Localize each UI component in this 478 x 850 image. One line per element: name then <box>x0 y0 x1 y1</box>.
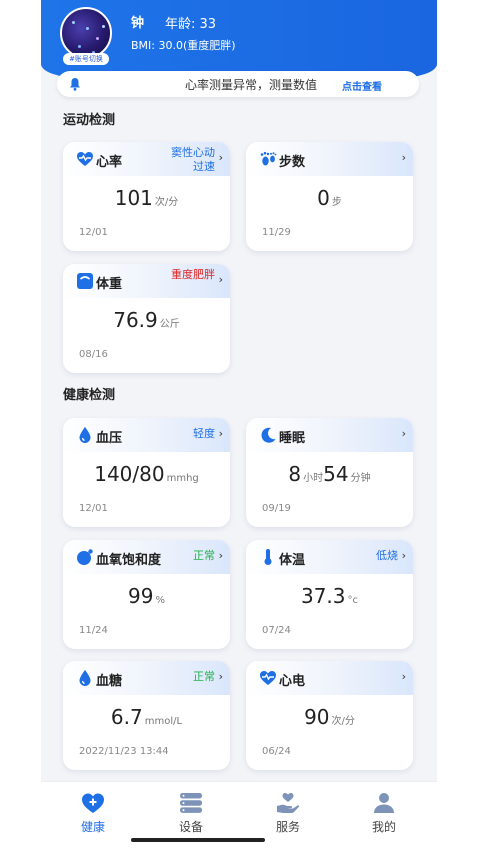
service-icon <box>277 793 300 813</box>
avatar[interactable] <box>60 7 112 59</box>
footprints-icon <box>260 151 277 166</box>
chevron-right-icon: › <box>401 151 406 164</box>
heart-pulse-icon <box>77 152 93 166</box>
card-title: 睡眠 <box>279 431 306 446</box>
tab-label: 服务 <box>275 820 300 834</box>
section-title-sport: 运动检测 <box>63 113 116 128</box>
blood-drop-icon <box>79 670 91 686</box>
card-date: 11/29 <box>262 227 291 238</box>
card-value: 76.9 公斤 <box>113 308 180 332</box>
tab-label: 设备 <box>178 820 203 834</box>
chevron-right-icon: › <box>218 670 223 683</box>
card-date: 12/01 <box>79 227 108 238</box>
card-title: 体温 <box>279 553 306 568</box>
blood-drop-icon <box>79 427 91 443</box>
card-date: 12/01 <box>79 503 108 514</box>
user-bmi: BMI: 30.0(重度肥胖) <box>131 39 236 52</box>
tab-device[interactable]: 设备 <box>161 792 221 835</box>
card-date: 09/19 <box>262 503 291 514</box>
chevron-right-icon: › <box>401 670 406 683</box>
card-value: 90 次/分 <box>304 705 355 729</box>
user-age: 年龄: 33 <box>165 17 217 32</box>
card-date: 06/24 <box>262 746 291 757</box>
card-status: 重度肥胖 <box>171 268 215 281</box>
card-status: 低烧 <box>376 549 398 562</box>
card-glucose[interactable]: 血糖 正常 › 6.7 mmol/L 2022/11/23 13:44 <box>63 661 230 770</box>
card-value: 0步 <box>317 186 342 210</box>
moon-icon <box>261 427 276 443</box>
bell-icon <box>70 78 80 91</box>
notice-text: 心率测量异常，测量数值 <box>185 78 318 92</box>
card-title: 心电 <box>279 674 306 689</box>
notice-view-link[interactable]: 点击查看 <box>342 78 382 93</box>
card-title: 体重 <box>96 277 123 292</box>
card-status: 窦性心动过速 <box>171 146 215 173</box>
card-date: 07/24 <box>262 625 291 636</box>
card-steps[interactable]: 步数 › 0步 11/29 <box>246 142 413 251</box>
card-title: 血压 <box>96 431 123 446</box>
home-indicator <box>131 838 265 842</box>
tab-health[interactable]: 健康 <box>63 792 123 835</box>
chevron-right-icon: › <box>218 549 223 562</box>
card-date: 2022/11/23 13:44 <box>79 746 169 757</box>
card-status: 轻度 <box>193 427 215 440</box>
card-ecg[interactable]: 心电 › 90 次/分 06/24 <box>246 661 413 770</box>
notice-bar[interactable]: 心率测量异常，测量数值 点击查看 <box>57 71 419 97</box>
device-icon <box>180 793 202 813</box>
chevron-right-icon: › <box>401 427 406 440</box>
card-status: 正常 <box>193 549 215 562</box>
tab-service[interactable]: 服务 <box>258 792 318 835</box>
card-date: 08/16 <box>79 349 108 360</box>
card-spo2[interactable]: 血氧饱和度 正常 › 99% 11/24 <box>63 540 230 649</box>
card-value: 6.7 mmol/L <box>110 705 183 729</box>
section-title-health: 健康检测 <box>63 388 116 403</box>
tab-profile[interactable]: 我的 <box>354 792 414 835</box>
card-value: 37.3 °c <box>300 584 359 608</box>
card-value: 101 次/分 <box>114 186 179 210</box>
chevron-right-icon: › <box>218 427 223 440</box>
profile-header: #账号切换 钟 年龄: 33 BMI: 30.0(重度肥胖) <box>41 0 437 78</box>
profile-icon <box>374 793 394 813</box>
heart-pulse-icon <box>260 671 276 685</box>
card-value: 99% <box>128 584 165 608</box>
card-value: 8 小时54 分钟 <box>288 462 371 486</box>
card-weight[interactable]: 体重 重度肥胖 › 76.9 公斤 08/16 <box>63 264 230 373</box>
card-heart-rate[interactable]: 心率 窦性心动过速 › 101 次/分 12/01 <box>63 142 230 251</box>
account-switch-button[interactable]: #账号切换 <box>63 53 109 65</box>
chevron-right-icon: › <box>401 549 406 562</box>
tab-label: 我的 <box>371 820 396 834</box>
user-name: 钟 <box>131 16 145 31</box>
card-title: 步数 <box>279 155 306 170</box>
card-title: 血糖 <box>96 674 123 689</box>
heart-icon <box>82 793 104 813</box>
card-temperature[interactable]: 体温 低烧 › 37.3 °c 07/24 <box>246 540 413 649</box>
card-title: 血氧饱和度 <box>96 553 162 568</box>
chevron-right-icon: › <box>218 151 223 164</box>
card-sleep[interactable]: 睡眠 › 8 小时54 分钟 09/19 <box>246 418 413 527</box>
card-status: 正常 <box>193 670 215 683</box>
card-title: 心率 <box>96 155 123 170</box>
card-date: 11/24 <box>79 625 108 636</box>
oxygen-bubble-icon <box>77 549 93 565</box>
thermometer-icon <box>264 549 272 565</box>
chevron-right-icon: › <box>218 273 223 286</box>
app-screen: #账号切换 钟 年龄: 33 BMI: 30.0(重度肥胖) 心率测量异常，测量… <box>41 0 437 850</box>
card-value: 140/80 mmhg <box>94 462 199 486</box>
card-blood-pressure[interactable]: 血压 轻度 › 140/80 mmhg 12/01 <box>63 418 230 527</box>
scale-icon <box>77 273 93 289</box>
tab-label: 健康 <box>80 820 105 834</box>
